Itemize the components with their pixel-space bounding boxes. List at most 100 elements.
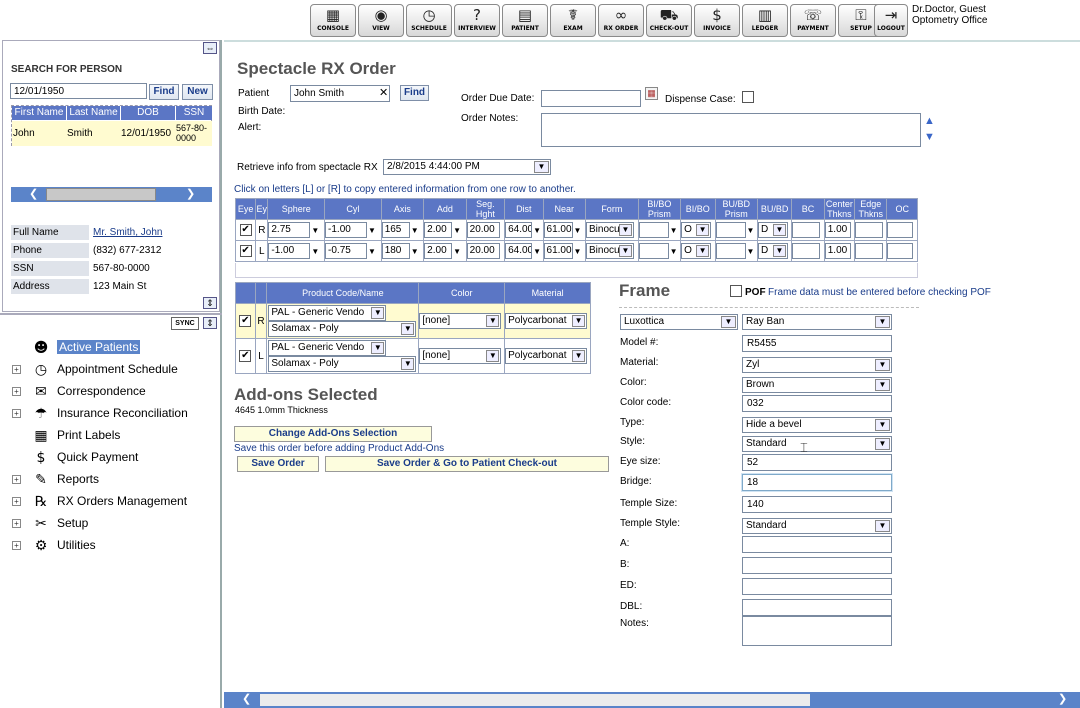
expand-icon[interactable]: + — [12, 387, 21, 397]
frame-color-select[interactable]: Brown ▼ — [742, 377, 892, 393]
chevron-down-icon[interactable]: ▼ — [875, 419, 890, 431]
dropdown-arrow-icon[interactable]: ▼ — [574, 226, 582, 235]
horizontal-scrollbar[interactable]: ❮ ❯ — [11, 187, 212, 202]
rx-edge-input[interactable] — [855, 222, 884, 238]
frame-model-input[interactable]: R5455 — [742, 335, 892, 352]
expand-icon[interactable]: + — [12, 519, 21, 529]
tree-item-correspondence[interactable]: + ✉ Correspondence — [12, 380, 146, 402]
lens-code-select[interactable]: PAL - Generic Vendo ▼ — [268, 305, 387, 321]
lens-product-select[interactable]: Solamax - Poly ▼ — [268, 356, 417, 372]
lens-row-checkbox[interactable]: ✔ — [239, 350, 252, 362]
rx-near-input[interactable]: 61.00 — [543, 243, 573, 259]
chevron-down-icon[interactable]: ▼ — [875, 379, 890, 391]
chevron-down-icon[interactable]: ▼ — [696, 245, 710, 257]
rx-bibo-prism-input[interactable] — [638, 222, 669, 238]
rx-edge-input[interactable] — [855, 243, 884, 259]
rx-bibo-prism-input[interactable] — [638, 243, 669, 259]
rx-bibo-select[interactable]: O ▼ — [681, 222, 712, 238]
chevron-down-icon[interactable]: ▼ — [875, 359, 890, 371]
toolbar-button-invoice[interactable]: $ INVOICE — [694, 4, 740, 37]
toolbar-button-patient[interactable]: ▤ PATIENT — [502, 4, 548, 37]
frame-style-select[interactable]: Standard ▼ — [742, 436, 892, 452]
rx-form-select[interactable]: Binocu ▼ — [586, 222, 635, 238]
frame-temple-size-input[interactable]: 140 — [742, 496, 892, 513]
horizontal-scrollbar[interactable]: ❮ ❯ — [224, 692, 1080, 708]
frame-material-select[interactable]: Zyl ▼ — [742, 357, 892, 373]
rx-row-checkbox[interactable]: ✔ — [239, 245, 252, 257]
lens-product-select[interactable]: Solamax - Poly ▼ — [268, 321, 417, 337]
patient-field[interactable]: John Smith ✕ — [290, 85, 390, 102]
rx-eye-letter[interactable]: R — [255, 219, 269, 241]
new-button[interactable]: New — [182, 84, 213, 100]
chevron-down-icon[interactable]: ▼ — [486, 350, 500, 362]
save-order-button[interactable]: Save Order — [237, 456, 319, 472]
dropdown-arrow-icon[interactable]: ▼ — [411, 247, 419, 256]
collapse-icon[interactable]: ⇔ — [203, 42, 217, 54]
dropdown-arrow-icon[interactable]: ▼ — [311, 226, 319, 235]
scroll-down-icon[interactable]: ▼ — [924, 131, 935, 143]
tree-item-print-labels[interactable]: +▦Print Labels — [12, 424, 120, 446]
rx-bubd-prism-input[interactable] — [715, 222, 746, 238]
tree-item-reports[interactable]: + ✎ Reports — [12, 468, 99, 490]
rx-cyl-input[interactable]: -0.75 — [325, 243, 368, 259]
rx-eye-letter[interactable]: L — [255, 240, 269, 262]
tree-item-appointment-schedule[interactable]: + ◷ Appointment Schedule — [12, 358, 178, 380]
dispense-case-checkbox[interactable] — [742, 91, 754, 103]
chevron-down-icon[interactable]: ▼ — [534, 161, 549, 173]
frame-type-select[interactable]: Hide a bevel ▼ — [742, 417, 892, 433]
dropdown-arrow-icon[interactable]: ▼ — [670, 226, 678, 235]
chevron-down-icon[interactable]: ▼ — [371, 307, 385, 319]
dropdown-arrow-icon[interactable]: ▼ — [670, 247, 678, 256]
dropdown-arrow-icon[interactable]: ▼ — [453, 247, 461, 256]
frame-eye-size-input[interactable]: 52 — [742, 454, 892, 471]
lens-eye-letter[interactable]: R — [254, 303, 268, 339]
rx-add-input[interactable]: 2.00 — [424, 243, 453, 259]
chevron-down-icon[interactable]: ▼ — [875, 316, 890, 328]
chevron-down-icon[interactable]: ▼ — [875, 520, 890, 532]
patient-find-button[interactable]: Find — [400, 85, 429, 101]
toolbar-button-rx-order[interactable]: ∞ RX ORDER — [598, 4, 644, 37]
rx-row-checkbox[interactable]: ✔ — [239, 224, 252, 236]
frame-temple-style-select[interactable]: Standard ▼ — [742, 518, 892, 534]
lens-material-select[interactable]: Polycarbonat ▼ — [505, 348, 588, 364]
chevron-down-icon[interactable]: ▼ — [486, 315, 500, 327]
chevron-down-icon[interactable]: ▼ — [875, 438, 890, 450]
rx-add-input[interactable]: 2.00 — [424, 222, 453, 238]
chevron-down-icon[interactable]: ▼ — [401, 323, 415, 335]
chevron-down-icon[interactable]: ▼ — [371, 342, 385, 354]
col-last-name[interactable]: Last Name — [66, 106, 120, 120]
order-notes-textarea[interactable] — [541, 113, 921, 147]
calendar-icon[interactable]: ▦ — [645, 87, 658, 100]
rx-bc-input[interactable] — [792, 222, 821, 238]
rx-dist-input[interactable]: 64.00 — [505, 222, 533, 238]
expand-icon[interactable]: + — [12, 365, 21, 375]
dropdown-arrow-icon[interactable]: ▼ — [747, 226, 755, 235]
expand-icon[interactable]: + — [12, 497, 21, 507]
toolbar-button-exam[interactable]: ☤ EXAM — [550, 4, 596, 37]
resize-icon[interactable]: ⇕ — [203, 297, 217, 309]
tree-item-active-patients[interactable]: +☻Active Patients — [12, 336, 141, 358]
rx-axis-input[interactable]: 180 — [381, 243, 410, 259]
frame-ed-input[interactable] — [742, 578, 892, 595]
rx-bc-input[interactable] — [792, 243, 821, 259]
expand-icon[interactable]: + — [12, 409, 21, 419]
dropdown-arrow-icon[interactable]: ▼ — [533, 247, 541, 256]
chevron-down-icon[interactable]: ▼ — [401, 358, 415, 370]
tree-item-quick-payment[interactable]: +$Quick Payment — [12, 446, 139, 468]
rx-seg-input[interactable]: 20.00 — [466, 243, 500, 259]
retrieve-select[interactable]: 2/8/2015 4:44:00 PM ▼ — [383, 159, 551, 175]
rx-oc-input[interactable] — [887, 222, 914, 238]
toolbar-button-interview[interactable]: ? INTERVIEW — [454, 4, 500, 37]
chevron-down-icon[interactable]: ▼ — [619, 224, 633, 236]
rx-bibo-select[interactable]: O ▼ — [681, 243, 712, 259]
scroll-left-icon[interactable]: ❮ — [242, 692, 251, 705]
frame-dbl-input[interactable] — [742, 599, 892, 616]
lens-color-select[interactable]: [none] ▼ — [419, 348, 502, 364]
col-ssn[interactable]: SSN — [175, 106, 212, 120]
dropdown-arrow-icon[interactable]: ▼ — [368, 226, 376, 235]
toolbar-button-schedule[interactable]: ◷ SCHEDULE — [406, 4, 452, 37]
toolbar-button-payment[interactable]: ☏ PAYMENT — [790, 4, 836, 37]
rx-near-input[interactable]: 61.00 — [543, 222, 573, 238]
chevron-down-icon[interactable]: ▼ — [772, 224, 786, 236]
tree-item-utilities[interactable]: + ⚙ Utilities — [12, 534, 96, 556]
